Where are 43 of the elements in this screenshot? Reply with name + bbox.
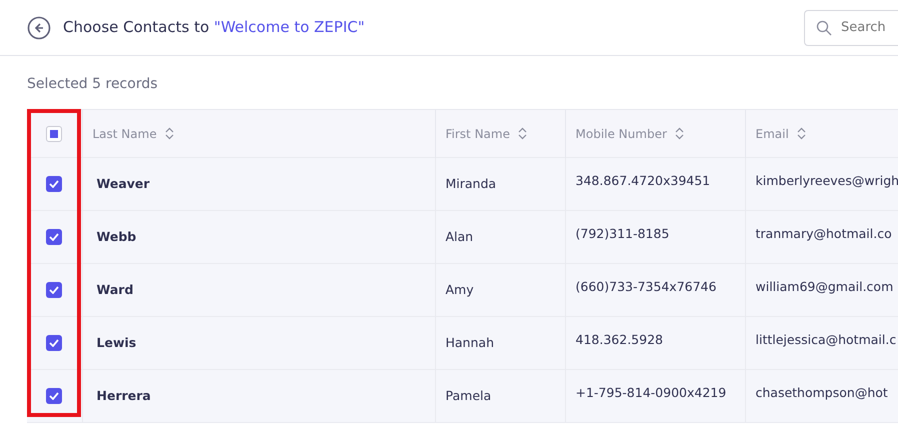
email-cell: william69@gmail.com	[756, 279, 894, 294]
sort-icon[interactable]	[796, 126, 806, 140]
row-checkbox[interactable]	[46, 335, 62, 352]
last-name-cell: Lewis	[96, 334, 136, 350]
checkmark-icon	[48, 339, 59, 348]
row-checkbox[interactable]	[46, 282, 62, 298]
column-header[interactable]: Email	[756, 126, 789, 140]
row-checkbox[interactable]	[46, 176, 62, 192]
mobile-number-cell: (792)311-8185	[576, 226, 670, 241]
sort-icon[interactable]	[518, 126, 527, 140]
row-checkbox[interactable]	[46, 388, 62, 404]
first-name-cell: Pamela	[446, 388, 492, 403]
email-cell: tranmary@hotmail.co	[756, 226, 892, 241]
column-header[interactable]: First Name	[446, 126, 510, 140]
column-header[interactable]: Mobile Number	[576, 126, 667, 140]
email-cell: kimberlyreeves@wrigh	[756, 173, 898, 188]
sort-icon[interactable]	[674, 126, 684, 140]
last-name-cell: Webb	[96, 228, 136, 244]
last-name-cell: Weaver	[96, 176, 150, 191]
column-header[interactable]: Last Name	[92, 126, 157, 140]
checkmark-icon	[48, 233, 59, 242]
first-name-cell: Hannah	[446, 334, 494, 350]
mobile-number-cell: (660)733-7354x76746	[576, 279, 716, 294]
checkmark-icon	[48, 180, 59, 188]
page-title: Choose Contacts to "Welcome to ZEPIC"	[63, 17, 365, 38]
search-field[interactable]: Search	[804, 10, 898, 46]
first-name-cell: Miranda	[446, 176, 496, 191]
first-name-cell: Alan	[446, 228, 474, 244]
row-checkbox[interactable]	[46, 229, 62, 246]
email-cell: littlejessica@hotmail.c	[756, 332, 896, 347]
email-cell: chasethompson@hot	[756, 385, 888, 400]
mobile-number-cell: 348.867.4720x39451	[576, 173, 710, 188]
selection-count: Selected 5 records	[27, 76, 158, 92]
mobile-number-cell: 418.362.5928	[576, 332, 663, 347]
select-all-checkbox[interactable]	[46, 126, 62, 142]
sort-icon[interactable]	[164, 126, 174, 140]
checkmark-icon	[48, 392, 59, 400]
back-icon[interactable]	[27, 16, 51, 40]
checkmark-icon	[48, 286, 59, 294]
first-name-cell: Amy	[446, 282, 474, 297]
mobile-number-cell: +1-795-814-0900x4219	[576, 385, 726, 400]
last-name-cell: Ward	[96, 282, 134, 297]
last-name-cell: Herrera	[96, 388, 151, 403]
